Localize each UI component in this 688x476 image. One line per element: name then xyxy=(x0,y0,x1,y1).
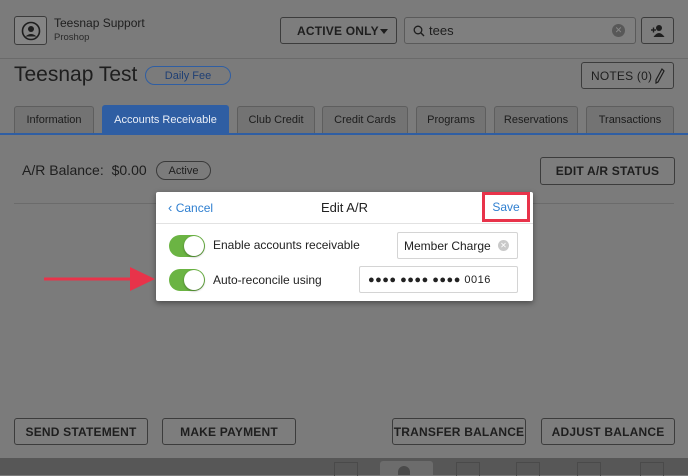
send-statement-button[interactable]: SEND STATEMENT xyxy=(14,418,148,445)
clear-search-icon[interactable]: ✕ xyxy=(612,24,625,37)
ar-balance-value: $0.00 xyxy=(111,162,147,178)
user-icon xyxy=(21,21,40,40)
tab-label: Information xyxy=(26,114,82,126)
ar-status-badge: Active xyxy=(156,161,211,180)
tab-reservations[interactable]: Reservations xyxy=(494,106,578,133)
enable-ar-toggle[interactable] xyxy=(169,235,205,257)
customer-name: Teesnap Test xyxy=(14,63,138,86)
user-role: Proshop xyxy=(54,32,90,43)
tab-credit-cards[interactable]: Credit Cards xyxy=(322,106,408,133)
tab-club-credit[interactable]: Club Credit xyxy=(237,106,315,133)
filter-dropdown[interactable]: ACTIVE ONLY xyxy=(280,17,397,44)
search-icon xyxy=(413,25,425,37)
card-select-field[interactable]: ●●●● ●●●● ●●●● 0016 xyxy=(359,266,518,293)
adjust-balance-button[interactable]: ADJUST BALANCE xyxy=(541,418,675,445)
member-charge-field[interactable]: Member Charge ✕ xyxy=(397,232,518,259)
make-payment-button[interactable]: MAKE PAYMENT xyxy=(162,418,296,445)
toggle-knob xyxy=(184,270,204,290)
ar-balance-label: A/R Balance: xyxy=(22,162,104,178)
auto-reconcile-toggle[interactable] xyxy=(169,269,205,291)
edit-ar-status-button[interactable]: EDIT A/R STATUS xyxy=(540,157,675,185)
user-name: Teesnap Support xyxy=(54,16,145,30)
cart-icon[interactable] xyxy=(577,462,601,476)
add-user-icon xyxy=(650,24,664,37)
tab-transactions[interactable]: Transactions xyxy=(586,106,674,133)
notes-button[interactable]: NOTES (0) xyxy=(581,62,674,89)
notes-label: NOTES (0) xyxy=(591,68,653,83)
register-icon[interactable] xyxy=(456,462,480,476)
transfer-balance-button[interactable]: TRANSFER BALANCE xyxy=(392,418,526,445)
enable-ar-label: Enable accounts receivable xyxy=(213,238,360,252)
tab-label: Reservations xyxy=(503,114,569,126)
tab-label: Credit Cards xyxy=(334,114,396,126)
auto-reconcile-label: Auto-reconcile using xyxy=(213,273,322,287)
card-masked-number: ●●●● ●●●● ●●●● 0016 xyxy=(368,273,491,286)
menu-icon[interactable] xyxy=(640,462,664,476)
people-icon xyxy=(398,466,410,475)
tab-label: Accounts Receivable xyxy=(114,113,217,126)
search-box[interactable]: tees ✕ xyxy=(404,17,636,44)
avatar-button[interactable] xyxy=(14,16,47,45)
clear-icon[interactable]: ✕ xyxy=(498,240,509,251)
ar-balance: A/R Balance: $0.00 xyxy=(22,162,147,178)
tab-label: Programs xyxy=(427,114,475,126)
edit-ar-dialog: ‹ Cancel Edit A/R Save Enable accounts r… xyxy=(156,192,533,301)
annotation-arrow xyxy=(44,267,155,291)
tab-programs[interactable]: Programs xyxy=(416,106,486,133)
add-user-button[interactable] xyxy=(641,17,674,44)
dialog-title: Edit A/R xyxy=(321,200,368,215)
toggle-knob xyxy=(184,236,204,256)
tab-accounts-receivable[interactable]: Accounts Receivable xyxy=(102,105,229,133)
tab-information[interactable]: Information xyxy=(14,106,94,133)
member-charge-value: Member Charge xyxy=(404,238,491,253)
filter-label: ACTIVE ONLY xyxy=(297,23,379,38)
save-button[interactable]: Save xyxy=(482,200,530,214)
tab-underline xyxy=(0,133,688,135)
list-icon[interactable] xyxy=(516,462,540,476)
tab-label: Club Credit xyxy=(248,114,304,126)
chevron-down-icon xyxy=(380,29,388,34)
search-input[interactable]: tees xyxy=(429,23,454,38)
calendar-icon[interactable] xyxy=(334,462,358,476)
tab-label: Transactions xyxy=(598,114,662,126)
customer-type-badge: Daily Fee xyxy=(145,66,231,85)
pencil-icon xyxy=(655,68,665,84)
